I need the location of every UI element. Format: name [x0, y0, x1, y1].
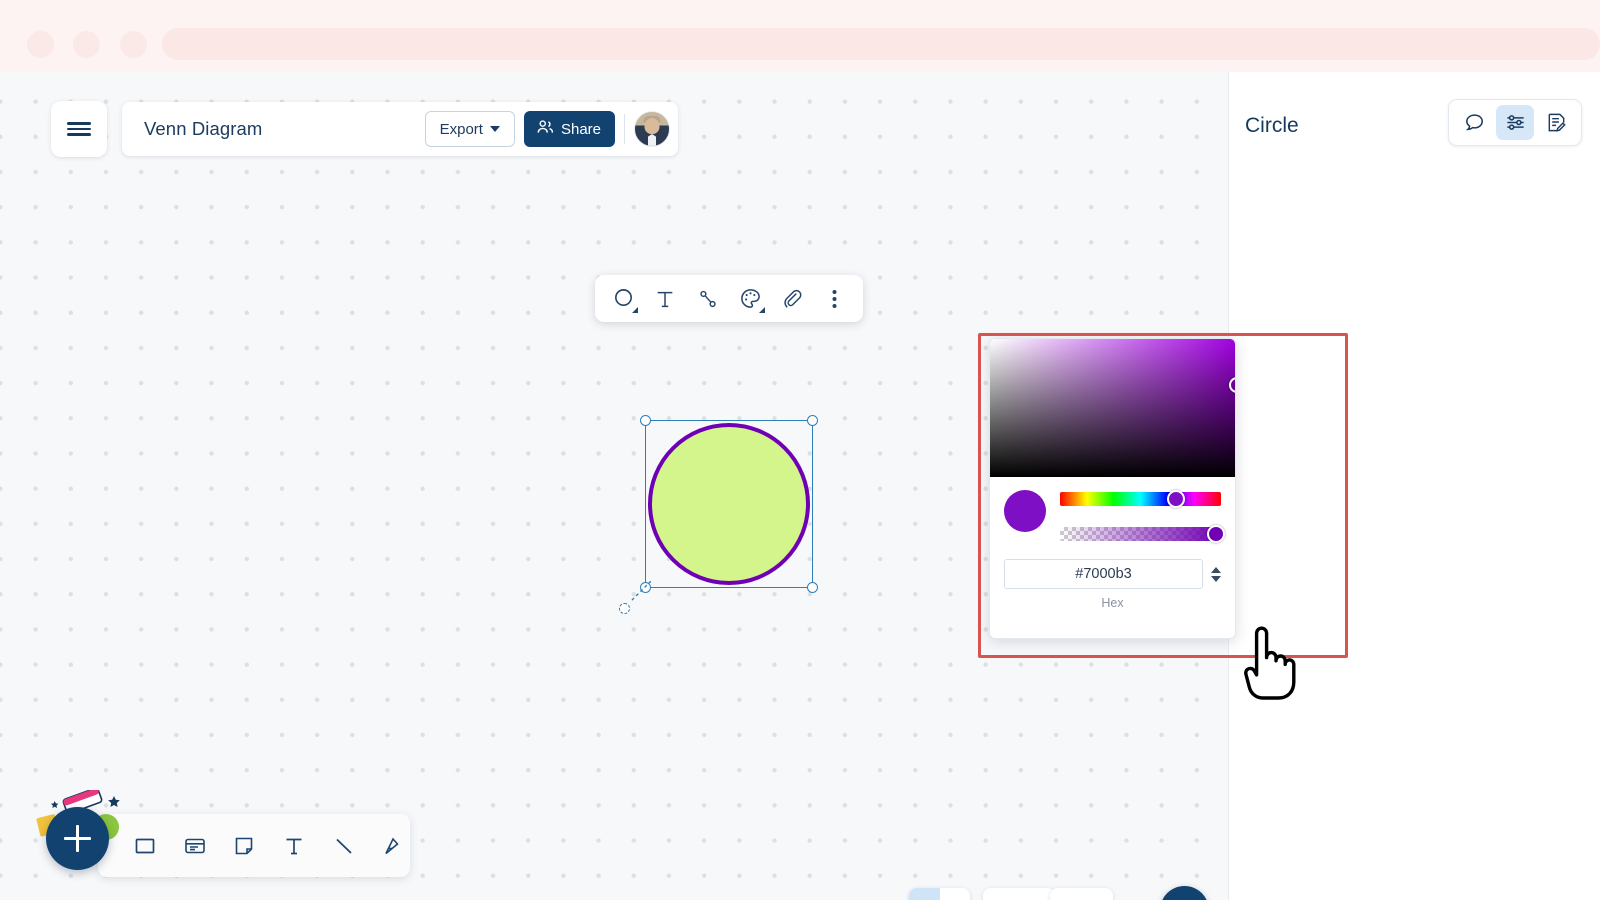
- sticky-note-tool-icon[interactable]: [227, 825, 261, 866]
- app-window: 156% ?: [0, 72, 1600, 900]
- shape-tools-dock: [98, 814, 410, 877]
- notes-tab[interactable]: [1537, 105, 1575, 140]
- help-label: ?: [1178, 896, 1192, 900]
- color-picker-popup[interactable]: Hex: [989, 338, 1236, 639]
- export-label: Export: [439, 120, 483, 138]
- resize-handle-top-right[interactable]: [807, 415, 818, 426]
- window-close-dot[interactable]: [27, 31, 54, 58]
- shape-picker-icon[interactable]: [605, 281, 641, 317]
- palette-caret-icon: [759, 306, 766, 313]
- share-button[interactable]: Share: [523, 111, 615, 147]
- window-minimize-dot[interactable]: [73, 31, 100, 58]
- hue-slider[interactable]: [1060, 490, 1221, 508]
- panel-tab-group: [1448, 99, 1582, 146]
- zoom-level-button[interactable]: 156%: [1050, 888, 1113, 900]
- save-status-icon: [870, 894, 906, 900]
- header-divider: [624, 114, 625, 144]
- line-tool-icon[interactable]: [327, 825, 361, 866]
- shape-context-toolbar: [595, 275, 863, 322]
- rectangle-tool-icon[interactable]: [128, 825, 162, 866]
- undo-redo-group: [983, 888, 1055, 900]
- panel-title: Circle: [1245, 114, 1299, 137]
- more-options-icon[interactable]: [817, 281, 853, 317]
- window-maximize-dot[interactable]: [120, 31, 147, 58]
- app-root: 156% ?: [0, 0, 1600, 900]
- rotation-handle[interactable]: [619, 603, 630, 614]
- link-icon[interactable]: [774, 281, 810, 317]
- avatar[interactable]: [634, 111, 670, 147]
- add-shape-fab[interactable]: [46, 807, 109, 870]
- saturation-brightness-area[interactable]: [990, 339, 1235, 477]
- card-tool-icon[interactable]: [178, 825, 212, 866]
- resize-handle-bottom-right[interactable]: [807, 582, 818, 593]
- main-menu-button[interactable]: [51, 101, 107, 157]
- browser-url-bar[interactable]: [162, 28, 1600, 60]
- picker-sliders: [1060, 490, 1226, 543]
- rotation-connector: [629, 581, 651, 603]
- help-button[interactable]: ?: [1160, 886, 1209, 900]
- shape-picker-caret-icon: [632, 306, 639, 313]
- document-title[interactable]: Venn Diagram: [144, 118, 425, 140]
- palette-icon[interactable]: [732, 281, 768, 317]
- hamburger-icon: [67, 119, 91, 139]
- export-button[interactable]: Export: [424, 111, 515, 147]
- select-mode-button[interactable]: [909, 888, 940, 900]
- plus-icon: [64, 825, 91, 852]
- resize-handle-top-left[interactable]: [640, 415, 651, 426]
- text-icon[interactable]: [647, 281, 683, 317]
- undo-button[interactable]: [986, 897, 1016, 900]
- stepper-down-icon[interactable]: [1211, 575, 1221, 582]
- browser-chrome: [0, 0, 1600, 80]
- hex-stepper[interactable]: [1211, 566, 1221, 582]
- redo-button[interactable]: [1022, 897, 1052, 900]
- properties-panel: Circle: [1228, 72, 1600, 900]
- hex-input[interactable]: [1004, 559, 1203, 589]
- stepper-up-icon[interactable]: [1211, 566, 1221, 573]
- saturation-cursor-handle[interactable]: [1229, 377, 1235, 393]
- people-icon: [536, 118, 554, 140]
- hue-slider-handle[interactable]: [1166, 490, 1185, 508]
- properties-tab[interactable]: [1496, 105, 1534, 140]
- pan-mode-button[interactable]: [940, 888, 971, 900]
- avatar-face: [644, 118, 660, 134]
- document-titlebar: Venn Diagram Export Share: [122, 102, 678, 156]
- share-label: Share: [560, 120, 601, 138]
- hex-caption: Hex: [1101, 596, 1124, 610]
- comments-tab[interactable]: [1455, 105, 1493, 140]
- pen-tool-icon[interactable]: [376, 825, 410, 866]
- hex-input-row: [990, 541, 1235, 589]
- selection-bounding-box: [619, 415, 818, 614]
- text-tool-icon[interactable]: [277, 825, 311, 866]
- chevron-down-icon: [489, 126, 500, 132]
- pointer-mode-group: [909, 888, 970, 900]
- avatar-shirt: [648, 134, 656, 146]
- alpha-slider[interactable]: [1060, 525, 1226, 543]
- color-preview-swatch: [1004, 490, 1046, 532]
- connector-icon[interactable]: [690, 281, 726, 317]
